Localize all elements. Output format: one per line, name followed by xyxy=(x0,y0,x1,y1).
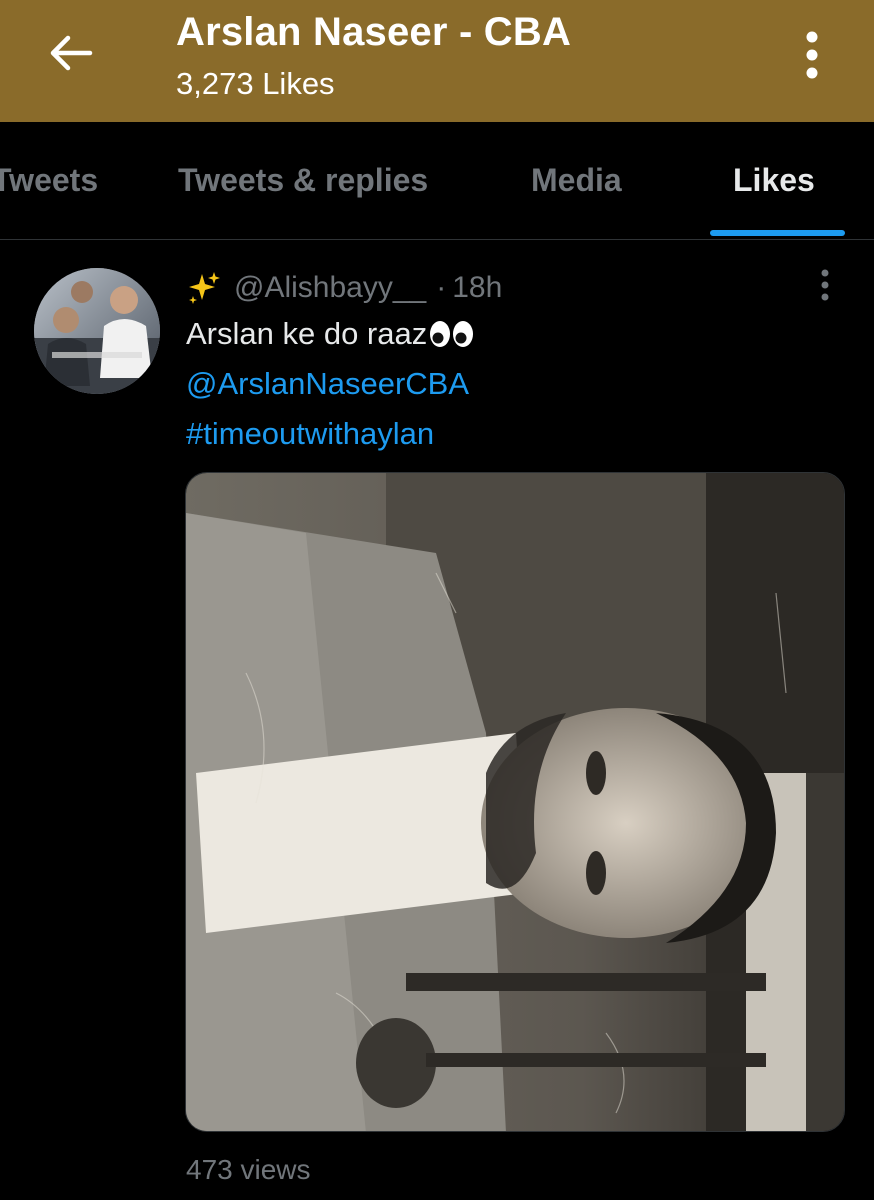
arrow-left-icon xyxy=(50,35,93,71)
profile-photo xyxy=(34,268,160,394)
tweet-handle[interactable]: @Alishbayy__ xyxy=(234,271,426,305)
sparkles-icon xyxy=(189,272,220,304)
eyes-icon xyxy=(430,321,474,347)
video-thumbnail xyxy=(186,473,844,1131)
active-tab-indicator xyxy=(710,230,845,236)
tweet-more-button[interactable] xyxy=(808,262,842,308)
tweet-media[interactable] xyxy=(185,472,845,1132)
mention-link[interactable]: @ArslanNaseerCBA xyxy=(186,366,469,402)
tab-tweets-and-replies[interactable]: Tweets & replies xyxy=(178,162,428,199)
more-vertical-icon xyxy=(821,269,829,301)
more-vertical-icon xyxy=(806,31,818,79)
view-count: 473 views xyxy=(186,1154,311,1185)
tab-media[interactable]: Media xyxy=(531,162,622,199)
meta-separator: · xyxy=(436,271,447,304)
hashtag-link[interactable]: #timeoutwithaylan xyxy=(186,416,434,452)
tab-likes[interactable]: Likes xyxy=(733,162,815,199)
tweet-time[interactable]: 18h xyxy=(452,271,502,305)
avatar[interactable] xyxy=(34,268,160,394)
tweet-text: Arslan ke do raaz xyxy=(186,316,475,352)
back-button[interactable] xyxy=(40,28,100,78)
page-title: Arslan Naseer - CBA xyxy=(176,10,572,54)
more-options-button[interactable] xyxy=(790,26,834,84)
tweet-text-body: Arslan ke do raaz xyxy=(186,316,428,351)
likes-count: 3,273 Likes xyxy=(176,66,335,101)
tweet-header: @Alishbayy__ · 18h xyxy=(186,268,502,308)
profile-tabs: Tweets Tweets & replies Media Likes xyxy=(0,122,874,240)
profile-header: Arslan Naseer - CBA 3,273 Likes xyxy=(0,0,874,122)
tab-tweets[interactable]: Tweets xyxy=(0,162,98,199)
